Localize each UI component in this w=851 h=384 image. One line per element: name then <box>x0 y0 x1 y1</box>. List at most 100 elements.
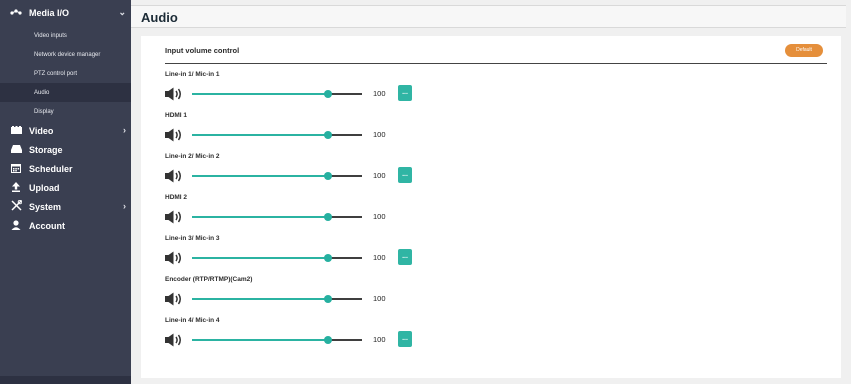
volume-row: 100 <box>165 289 465 309</box>
channel-hdmi-1: HDMI 1 100 <box>165 112 825 150</box>
speaker-icon[interactable] <box>165 210 183 224</box>
speaker-icon[interactable] <box>165 128 183 142</box>
page-header: Audio <box>131 5 846 28</box>
page-title: Audio <box>141 10 178 25</box>
channel-line-in-3-mic-in-3: Line-in 3/ Mic-in 3 100... <box>165 235 825 273</box>
volume-slider-thumb[interactable] <box>324 295 332 303</box>
sidebar-item-video[interactable]: Video › <box>0 121 131 140</box>
sidebar-item-account[interactable]: Account <box>0 216 131 235</box>
channel-label: HDMI 2 <box>165 194 188 201</box>
sidebar-item-media-io[interactable]: Media I/O ⌄ <box>0 0 131 26</box>
volume-slider-fill <box>192 216 328 218</box>
sidebar-subitem-video-inputs[interactable]: Video inputs <box>0 26 131 45</box>
channel-settings-button[interactable]: ... <box>398 331 412 347</box>
volume-slider-thumb[interactable] <box>324 213 332 221</box>
sidebar-item-label: System <box>29 201 62 212</box>
sidebar-item-label: Media I/O <box>29 8 70 18</box>
volume-value: 100 <box>373 130 386 139</box>
sidebar-subitem-label: PTZ control port <box>34 70 78 77</box>
channel-label: HDMI 1 <box>165 112 188 119</box>
speaker-icon[interactable] <box>165 251 183 265</box>
speaker-icon[interactable] <box>165 292 183 306</box>
sidebar-subitem-label: Display <box>34 108 54 115</box>
speaker-icon[interactable] <box>165 333 183 347</box>
volume-value: 100 <box>373 171 386 180</box>
channel-hdmi-2: HDMI 2 100 <box>165 194 825 232</box>
volume-slider-thumb[interactable] <box>324 254 332 262</box>
channel-settings-button[interactable]: ... <box>398 167 412 183</box>
volume-row: 100... <box>165 84 465 104</box>
sidebar-subitem-display[interactable]: Display <box>0 102 131 121</box>
channel-settings-button[interactable]: ... <box>398 85 412 101</box>
channel-label: Line-in 1/ Mic-in 1 <box>165 71 220 78</box>
volume-slider[interactable] <box>192 295 362 303</box>
sidebar-item-label: Video <box>29 125 54 136</box>
sidebar-item-system[interactable]: System › <box>0 197 131 216</box>
channel-line-in-4-mic-in-4: Line-in 4/ Mic-in 4 100... <box>165 317 825 355</box>
channel-settings-button[interactable]: ... <box>398 249 412 265</box>
volume-slider[interactable] <box>192 336 362 344</box>
divider <box>165 63 827 64</box>
calendar-icon <box>9 163 23 175</box>
volume-slider-thumb[interactable] <box>324 172 332 180</box>
channel-label: Line-in 4/ Mic-in 4 <box>165 317 220 324</box>
main-content: Audio Input volume control Default Line-… <box>131 0 851 384</box>
video-icon <box>9 125 23 136</box>
volume-slider-fill <box>192 339 328 341</box>
sidebar-item-label: Scheduler <box>29 163 73 174</box>
sidebar-item-label: Account <box>29 220 65 231</box>
sidebar-item-storage[interactable]: Storage <box>0 140 131 159</box>
sidebar-footer <box>0 376 131 384</box>
speaker-icon[interactable] <box>165 87 183 101</box>
volume-slider[interactable] <box>192 172 362 180</box>
media-io-icon <box>9 8 23 18</box>
sidebar-item-upload[interactable]: Upload <box>0 178 131 197</box>
volume-slider[interactable] <box>192 90 362 98</box>
channel-line-in-2-mic-in-2: Line-in 2/ Mic-in 2 100... <box>165 153 825 191</box>
volume-value: 100 <box>373 89 386 98</box>
sidebar-subitem-label: Network device manager <box>34 51 101 58</box>
volume-value: 100 <box>373 335 386 344</box>
storage-icon <box>9 144 23 155</box>
tools-icon <box>9 199 23 213</box>
volume-row: 100... <box>165 330 465 350</box>
sidebar-subitem-network-device-manager[interactable]: Network device manager <box>0 45 131 64</box>
volume-row: 100... <box>165 248 465 268</box>
volume-row: 100 <box>165 207 465 227</box>
input-volume-card: Input volume control Default Line-in 1/ … <box>141 36 841 378</box>
sidebar-item-label: Storage <box>29 144 63 155</box>
volume-value: 100 <box>373 253 386 262</box>
channel-label: Line-in 3/ Mic-in 3 <box>165 235 220 242</box>
volume-slider[interactable] <box>192 131 362 139</box>
volume-slider-thumb[interactable] <box>324 90 332 98</box>
volume-slider-thumb[interactable] <box>324 336 332 344</box>
volume-slider-fill <box>192 93 328 95</box>
volume-row: 100... <box>165 166 465 186</box>
volume-value: 100 <box>373 294 386 303</box>
sidebar: Media I/O ⌄ Video inputs Network device … <box>0 0 131 384</box>
volume-slider-fill <box>192 257 328 259</box>
channel-encoder-rtp-rtmp-cam2: Encoder (RTP/RTMP)(Cam2) 100 <box>165 276 825 314</box>
volume-slider[interactable] <box>192 213 362 221</box>
chevron-right-icon: › <box>123 201 126 211</box>
speaker-icon[interactable] <box>165 169 183 183</box>
user-icon <box>9 219 23 232</box>
channel-line-in-1-mic-in-1: Line-in 1/ Mic-in 1 100... <box>165 71 825 109</box>
default-button[interactable]: Default <box>785 44 823 57</box>
volume-slider-fill <box>192 134 328 136</box>
sidebar-subitem-label: Audio <box>34 89 50 96</box>
chevron-down-icon: ⌄ <box>118 7 126 17</box>
volume-slider[interactable] <box>192 254 362 262</box>
volume-row: 100 <box>165 125 465 145</box>
sidebar-subitem-label: Video inputs <box>34 32 67 39</box>
sidebar-item-scheduler[interactable]: Scheduler <box>0 159 131 178</box>
volume-value: 100 <box>373 212 386 221</box>
sidebar-subitem-audio[interactable]: Audio <box>0 83 131 102</box>
sidebar-subitem-ptz-control-port[interactable]: PTZ control port <box>0 64 131 83</box>
channel-label: Line-in 2/ Mic-in 2 <box>165 153 220 160</box>
volume-slider-fill <box>192 298 328 300</box>
volume-slider-thumb[interactable] <box>324 131 332 139</box>
card-title: Input volume control <box>165 46 240 55</box>
chevron-right-icon: › <box>123 125 126 135</box>
channel-label: Encoder (RTP/RTMP)(Cam2) <box>165 276 253 283</box>
